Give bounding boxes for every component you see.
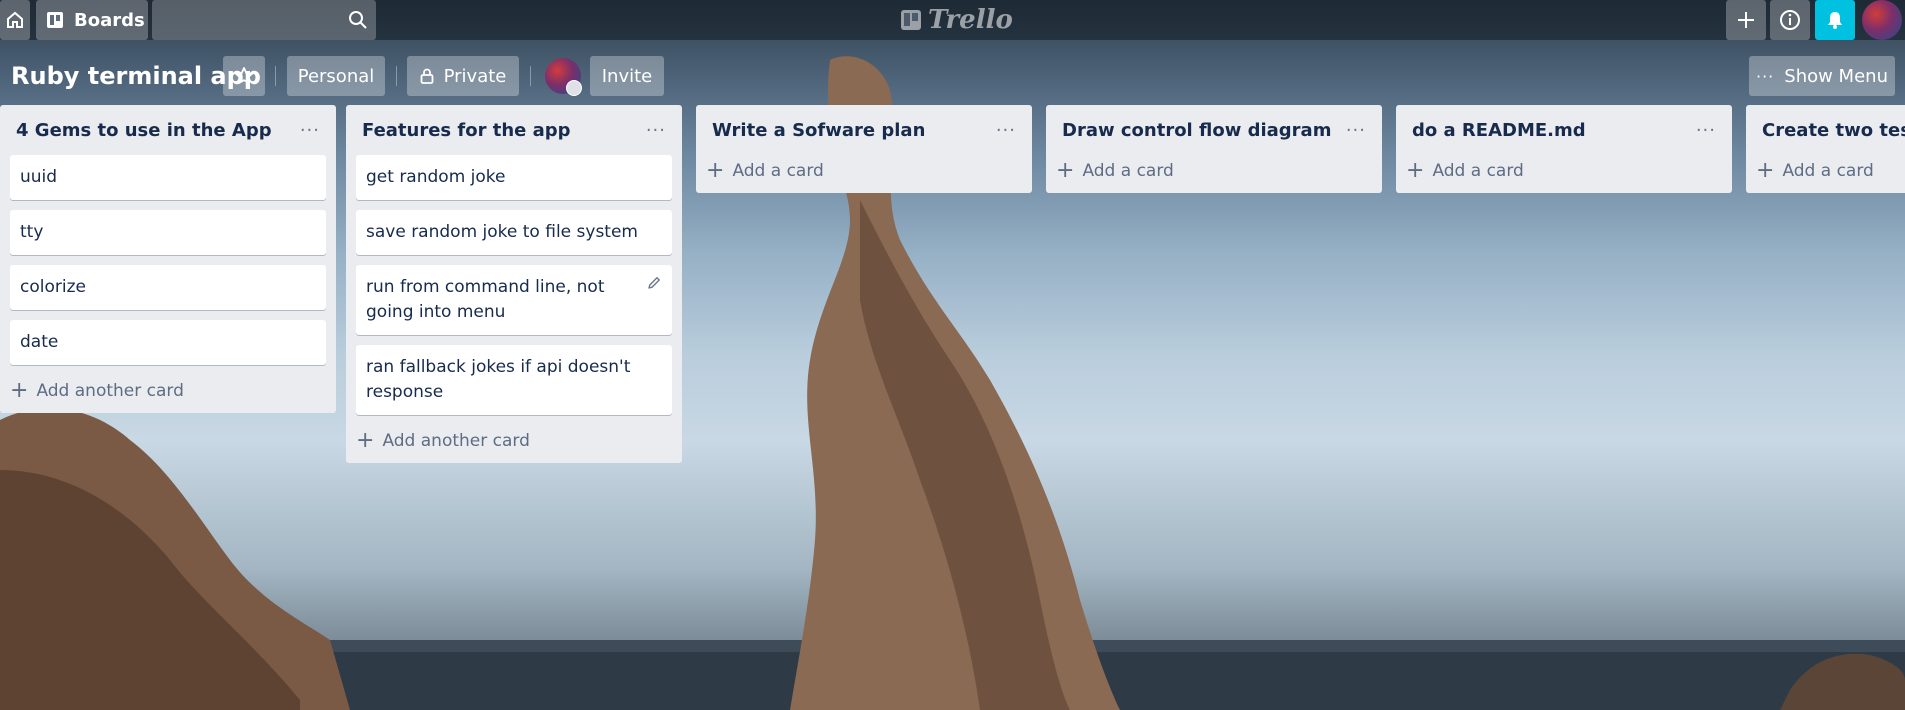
plus-icon: + [1056, 158, 1075, 183]
ellipsis-icon[interactable]: ··· [640, 120, 672, 141]
admin-badge-icon [566, 80, 582, 96]
ellipsis-icon[interactable]: ··· [294, 120, 326, 141]
list-features: Features for the app ··· get random joke… [346, 105, 682, 463]
search-box[interactable] [152, 0, 376, 40]
list-readme: do a README.md ··· + Add a card [1396, 105, 1732, 193]
lock-icon [420, 68, 434, 84]
team-label: Personal [297, 65, 375, 87]
top-navigation-bar: Boards Trello [0, 0, 1905, 40]
pencil-icon[interactable] [646, 275, 662, 291]
add-card-label: Add another card [382, 431, 530, 451]
list-title[interactable]: Create two test c [1762, 120, 1905, 141]
divider [275, 66, 276, 86]
search-input[interactable] [152, 4, 352, 36]
bell-icon [1828, 12, 1842, 29]
user-avatar[interactable] [1862, 0, 1902, 40]
add-card-label: Add a card [1082, 161, 1174, 181]
plus-icon: + [1406, 158, 1425, 183]
trello-logo-icon [901, 10, 921, 30]
trello-logo[interactable]: Trello [900, 4, 1013, 36]
list-title[interactable]: Draw control flow diagram [1062, 120, 1331, 141]
ellipsis-icon[interactable]: ··· [990, 120, 1022, 141]
list-header[interactable]: Features for the app ··· [346, 105, 682, 155]
list-header[interactable]: Write a Sofware plan ··· [696, 105, 1032, 155]
list-header[interactable]: Draw control flow diagram ··· [1046, 105, 1382, 155]
divider [396, 66, 397, 86]
info-icon [1780, 10, 1800, 30]
add-card-label: Add a card [1432, 161, 1524, 181]
list-card[interactable]: colorize [10, 265, 326, 310]
logo-text: Trello [928, 5, 1013, 35]
card-container: get random joke save random joke to file… [346, 155, 682, 415]
plus-icon: + [356, 428, 375, 453]
star-icon [235, 67, 253, 84]
add-card-button[interactable]: + Add another card [346, 425, 682, 463]
list-title[interactable]: do a README.md [1412, 120, 1586, 141]
add-card-button[interactable]: + Add a card [696, 155, 1032, 193]
list-header[interactable]: do a README.md ··· [1396, 105, 1732, 155]
list-header[interactable]: Create two test c [1746, 105, 1905, 155]
list-card[interactable]: tty [10, 210, 326, 255]
visibility-label: Private [443, 65, 507, 87]
list-title[interactable]: Write a Sofware plan [712, 120, 925, 141]
add-card-button[interactable]: + Add a card [1046, 155, 1382, 193]
show-menu-label: Show Menu [1784, 65, 1888, 87]
plus-icon: + [10, 378, 29, 403]
add-card-label: Add a card [1782, 161, 1874, 181]
list-control-flow: Draw control flow diagram ··· + Add a ca… [1046, 105, 1382, 193]
list-gems: 4 Gems to use in the App ··· uuid tty co… [0, 105, 336, 413]
boards-button[interactable]: Boards [36, 0, 148, 40]
notifications-button[interactable] [1815, 0, 1855, 40]
home-button[interactable] [0, 0, 30, 40]
create-button[interactable] [1726, 0, 1766, 40]
team-button[interactable]: Personal [287, 56, 385, 96]
plus-icon: + [706, 158, 725, 183]
list-tests: Create two test c + Add a card [1746, 105, 1905, 193]
list-card[interactable]: save random joke to file system [356, 210, 672, 255]
card-title: run from command line, not going into me… [366, 277, 605, 322]
list-card[interactable]: ran fallback jokes if api doesn't respon… [356, 345, 672, 415]
add-card-button[interactable]: + Add a card [1396, 155, 1732, 193]
visibility-button[interactable]: Private [407, 56, 519, 96]
divider [530, 66, 531, 86]
ellipsis-icon[interactable]: ··· [1340, 120, 1372, 141]
list-title[interactable]: Features for the app [362, 120, 571, 141]
board-header: Ruby terminal app Personal Private Invit… [0, 40, 1905, 108]
plus-icon [1738, 12, 1754, 28]
list-card[interactable]: get random joke [356, 155, 672, 200]
home-icon [7, 11, 23, 28]
list-card[interactable]: uuid [10, 155, 326, 200]
list-header[interactable]: 4 Gems to use in the App ··· [0, 105, 336, 155]
information-button[interactable] [1770, 0, 1810, 40]
invite-label: Invite [601, 65, 653, 87]
ellipsis-icon: ··· [1756, 66, 1775, 86]
add-card-button[interactable]: + Add another card [0, 375, 336, 413]
plus-icon: + [1756, 158, 1775, 183]
boards-icon [47, 12, 63, 28]
ellipsis-icon[interactable]: ··· [1690, 120, 1722, 141]
search-icon[interactable] [348, 10, 368, 30]
add-card-button[interactable]: + Add a card [1746, 155, 1905, 193]
add-card-label: Add a card [732, 161, 824, 181]
list-card[interactable]: date [10, 320, 326, 365]
star-board-button[interactable] [223, 56, 265, 96]
add-card-label: Add another card [36, 381, 184, 401]
list-card[interactable]: run from command line, not going into me… [356, 265, 672, 335]
show-menu-button[interactable]: ··· Show Menu [1749, 56, 1895, 96]
boards-label: Boards [74, 9, 145, 31]
card-container: uuid tty colorize date [0, 155, 336, 365]
list-software-plan: Write a Sofware plan ··· + Add a card [696, 105, 1032, 193]
list-title[interactable]: 4 Gems to use in the App [16, 120, 272, 141]
invite-button[interactable]: Invite [590, 56, 664, 96]
